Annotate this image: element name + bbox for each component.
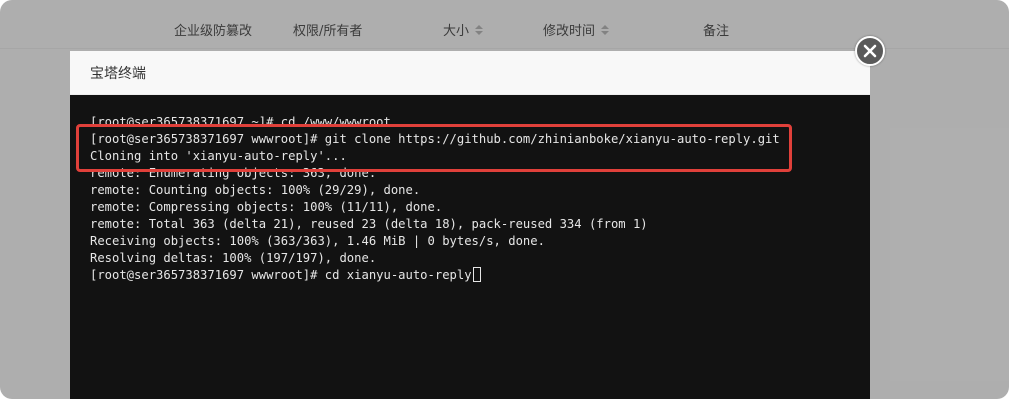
terminal-line: Resolving deltas: 100% (197/197), done. xyxy=(90,251,377,265)
close-icon xyxy=(863,44,877,58)
terminal-line: remote: Compressing objects: 100% (11/11… xyxy=(90,200,443,214)
terminal-cursor xyxy=(472,267,481,282)
terminal-line: Receiving objects: 100% (363/363), 1.46 … xyxy=(90,234,545,248)
highlight-annotation-box xyxy=(76,124,792,172)
dialog-header: 宝塔终端 xyxy=(70,51,870,95)
terminal-line: [root@ser365738371697 wwwroot]# cd xiany… xyxy=(90,268,472,282)
terminal-screen[interactable]: [root@ser365738371697 ~]# cd /www/wwwroo… xyxy=(70,95,870,399)
close-button[interactable] xyxy=(855,36,885,66)
terminal-line: remote: Total 363 (delta 21), reused 23 … xyxy=(90,217,648,231)
dialog-title: 宝塔终端 xyxy=(90,65,146,82)
terminal-line: remote: Counting objects: 100% (29/29), … xyxy=(90,183,421,197)
terminal-dialog: 宝塔终端 [root@ser365738371697 ~]# cd /www/w… xyxy=(70,51,870,399)
terminal-prompt-line: [root@ser365738371697 wwwroot]# cd xiany… xyxy=(90,267,870,284)
